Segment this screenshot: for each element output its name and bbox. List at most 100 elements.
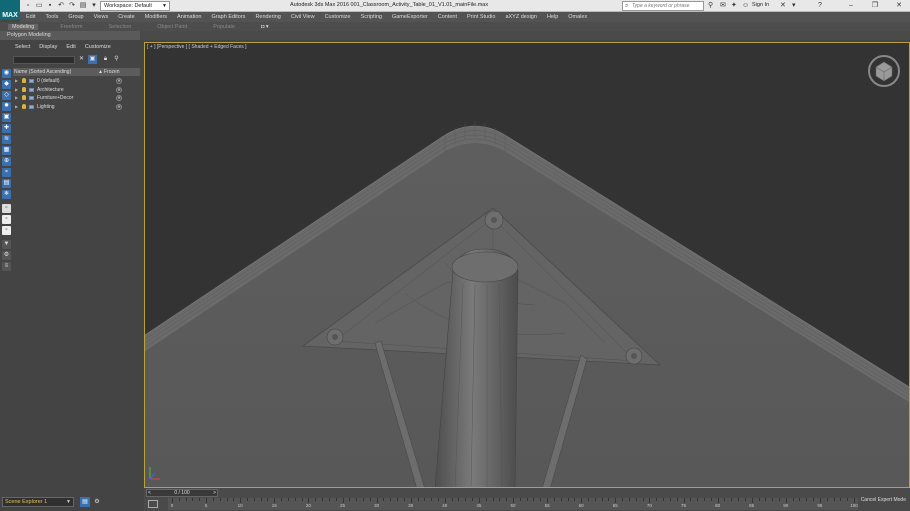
menu-item-content[interactable]: Content	[438, 14, 457, 20]
account-dropdown-icon[interactable]: ▾	[792, 2, 796, 10]
menu-item-views[interactable]: Views	[94, 14, 109, 20]
column-header-name[interactable]: Name (Sorted Ascending)	[14, 68, 71, 76]
visibility-bulb-icon[interactable]	[22, 103, 26, 109]
next-frame-icon[interactable]: >	[213, 490, 216, 496]
layer-explorer-icon[interactable]: ▤	[80, 497, 90, 507]
display-xrefs-icon[interactable]: ⊕	[2, 157, 11, 166]
explorer-options-icon[interactable]: ⚙	[92, 497, 102, 507]
filter-icon[interactable]: ▼	[2, 240, 11, 249]
prev-frame-icon[interactable]: <	[148, 490, 151, 496]
viewport-label[interactable]: [ + ] [Perspective ] [ Shaded + Edged Fa…	[147, 44, 247, 50]
explorer-menu-select[interactable]: Select	[15, 44, 30, 53]
menu-item-edit[interactable]: Edit	[26, 14, 35, 20]
menu-item-tools[interactable]: Tools	[45, 14, 58, 20]
menu-item-create[interactable]: Create	[118, 14, 135, 20]
exchange-apps-icon[interactable]: ✕	[780, 2, 786, 10]
display-helpers-icon[interactable]: ✚	[2, 124, 11, 133]
frozen-toggle-icon[interactable]: ✱	[116, 78, 122, 84]
visibility-bulb-icon[interactable]	[22, 78, 26, 83]
menu-item-help[interactable]: Help	[547, 14, 558, 20]
mini-curve-editor-icon[interactable]	[148, 500, 158, 508]
menu-item-scripting[interactable]: Scripting	[361, 14, 382, 20]
layer-row[interactable]: ▶ Architecture ✱	[13, 86, 140, 95]
menu-item-print-studio[interactable]: Print Studio	[467, 14, 495, 20]
redo-icon[interactable]: ↷	[68, 2, 76, 10]
sign-in-button[interactable]: Sign In	[752, 2, 769, 8]
column-header-frozen[interactable]: Frozen	[104, 68, 120, 76]
tab-freeform[interactable]: Freeform	[60, 24, 82, 30]
display-cameras-icon[interactable]: ▣	[2, 113, 11, 122]
select-tool-icon[interactable]: ▣	[88, 55, 97, 64]
explorer-menu-display[interactable]: Display	[39, 44, 57, 53]
display-hidden-icon[interactable]: ▫	[2, 204, 11, 213]
explorer-search-input[interactable]	[13, 56, 75, 64]
filter-options-icon[interactable]: ⚙	[2, 251, 11, 260]
menu-item-animation[interactable]: Animation	[177, 14, 201, 20]
explorer-menu-edit[interactable]: Edit	[66, 44, 75, 53]
app-logo-button[interactable]: MAX	[0, 0, 20, 20]
view-cube[interactable]	[868, 55, 900, 87]
expand-arrow-icon[interactable]: ▶	[15, 103, 18, 112]
tab-populate[interactable]: Populate	[213, 24, 235, 30]
lock-icon[interactable]: 🔒︎	[101, 55, 110, 64]
display-lights-icon[interactable]: ✹	[2, 102, 11, 111]
subscription-icon[interactable]: ✉	[720, 2, 726, 10]
menu-item-axyz-design[interactable]: aXYZ design	[505, 14, 537, 20]
expand-arrow-icon[interactable]: ▶	[15, 94, 18, 103]
scene-explorer-dropdown[interactable]: Scene Explorer 1 ▼	[2, 497, 74, 507]
frozen-toggle-icon[interactable]: ✱	[116, 103, 122, 110]
open-file-icon[interactable]: ▭	[35, 2, 43, 10]
binoculars-icon[interactable]: ⚲	[708, 2, 713, 10]
layer-row[interactable]: ▶ Furniture+Decor ✱	[13, 94, 140, 103]
display-all-children-icon[interactable]: ▫	[2, 215, 11, 224]
display-dependencies-icon[interactable]: ▫	[2, 226, 11, 235]
visibility-bulb-icon[interactable]	[22, 95, 26, 100]
menu-item-group[interactable]: Group	[68, 14, 83, 20]
help-icon[interactable]: ?	[818, 2, 822, 10]
quick-access-menu-icon[interactable]: ▾	[90, 2, 98, 10]
project-folder-icon[interactable]: ▤	[79, 2, 87, 10]
visibility-bulb-icon[interactable]	[22, 86, 26, 92]
workspace-dropdown[interactable]: Workspace: Default ▼	[100, 1, 170, 11]
display-shapes-icon[interactable]: ◇	[2, 91, 11, 100]
ribbon-options-icon[interactable]: ◘ ▾	[261, 24, 269, 30]
explorer-menu-customize[interactable]: Customize	[85, 44, 111, 53]
menu-item-civil-view[interactable]: Civil View	[291, 14, 315, 20]
perspective-viewport[interactable]: [ + ] [Perspective ] [ Shaded + Edged Fa…	[144, 42, 910, 488]
lock-filter-icon[interactable]: ≡	[2, 262, 11, 271]
time-slider[interactable]: < 0 / 100 >	[146, 489, 218, 497]
menu-item-gameexporter[interactable]: GameExporter	[392, 14, 428, 20]
menu-item-graph-editors[interactable]: Graph Editors	[212, 14, 246, 20]
tab-object-paint[interactable]: Object Paint	[157, 24, 187, 30]
tab-selection[interactable]: Selection	[109, 24, 132, 30]
undo-icon[interactable]: ↶	[57, 2, 65, 10]
menu-item-modifiers[interactable]: Modifiers	[145, 14, 167, 20]
timeline-track[interactable]: 0 5 10 15 20 25 30 35 40 45 50 55 60 65 70 75 80 85 90 95 10…	[168, 498, 858, 510]
ribbon-panel-polygon-modeling[interactable]: Polygon Modeling	[0, 31, 140, 40]
tab-modeling[interactable]: Modeling	[8, 23, 39, 30]
clear-search-icon[interactable]: ✕	[77, 55, 86, 64]
minimize-button[interactable]: –	[842, 0, 860, 12]
display-geometry-icon[interactable]: ◆	[2, 80, 11, 89]
display-frozen-icon[interactable]: ❄	[2, 190, 11, 199]
expand-arrow-icon[interactable]: ▶	[15, 86, 18, 95]
find-icon[interactable]: ⚲	[112, 55, 121, 64]
menu-item-omalex[interactable]: Omalex	[568, 14, 587, 20]
menu-item-customize[interactable]: Customize	[325, 14, 351, 20]
display-all-icon[interactable]: ◉	[2, 69, 11, 78]
display-spacewarps-icon[interactable]: ≋	[2, 135, 11, 144]
communication-center-icon[interactable]: ✦	[731, 2, 737, 10]
expand-arrow-icon[interactable]: ▶	[15, 77, 18, 86]
frozen-toggle-icon[interactable]: ✱	[116, 86, 122, 93]
cancel-expert-mode-button[interactable]: Cancel Expert Mode	[861, 497, 906, 503]
close-button[interactable]: ✕	[890, 0, 908, 12]
save-icon[interactable]: ▪	[46, 2, 54, 10]
display-containers-icon[interactable]: ▤	[2, 179, 11, 188]
search-input[interactable]: ⌕ Type a keyword or phrase	[622, 1, 704, 11]
new-file-icon[interactable]: ▫	[24, 2, 32, 10]
frozen-toggle-icon[interactable]: ✱	[116, 95, 122, 101]
menu-item-rendering[interactable]: Rendering	[255, 14, 280, 20]
layer-row[interactable]: ▶ 0 (default) ✱	[13, 77, 140, 86]
layer-row[interactable]: ▶ Lighting ✱	[13, 103, 140, 112]
display-groups-icon[interactable]: ▦	[2, 146, 11, 155]
